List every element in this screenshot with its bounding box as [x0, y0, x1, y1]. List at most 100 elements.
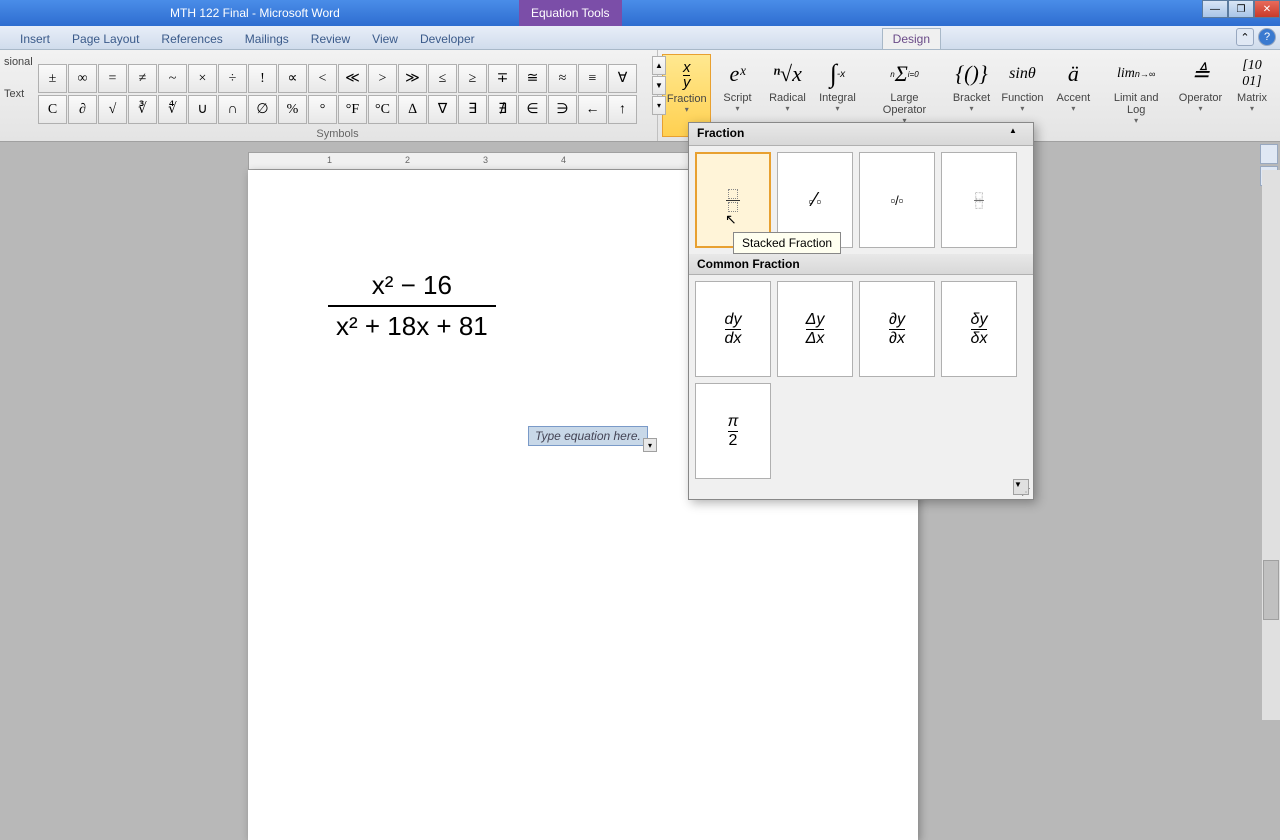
- symbol-button[interactable]: ∆: [398, 95, 427, 124]
- cursor-icon: ↖: [725, 211, 737, 228]
- function-icon: sinθ: [1004, 56, 1040, 92]
- symbol-button[interactable]: ±: [38, 64, 67, 93]
- dropdown-resize-handle[interactable]: ⋰: [1021, 487, 1033, 499]
- equation-display[interactable]: x² − 16 x² + 18x + 81: [328, 270, 496, 342]
- tab-page-layout[interactable]: Page Layout: [62, 29, 149, 49]
- symbol-button[interactable]: ∀: [608, 64, 637, 93]
- symbols-expand[interactable]: ▾: [652, 96, 666, 115]
- vertical-scrollbar[interactable]: [1262, 170, 1280, 720]
- symbol-button[interactable]: ≅: [518, 64, 547, 93]
- limit-log-button[interactable]: limn→∞ Limit and Log ▾: [1099, 54, 1173, 137]
- tab-developer[interactable]: Developer: [410, 29, 485, 49]
- close-button[interactable]: ✕: [1254, 0, 1280, 18]
- ribbon: sional Text ±∞=≠~×÷!∝<≪>≫≤≥∓≅≈≡∀ C∂√∛∜∪∩…: [0, 50, 1280, 142]
- dropdown-section-fraction: Fraction ▲: [689, 123, 1033, 146]
- symbol-row-1: ±∞=≠~×÷!∝<≪>≫≤≥∓≅≈≡∀: [38, 64, 637, 93]
- fraction-partial-y-x[interactable]: ∂y∂x: [859, 281, 935, 377]
- dropdown-scroll-up[interactable]: ▲: [1009, 126, 1025, 142]
- symbol-button[interactable]: ∜: [158, 95, 187, 124]
- accent-icon: ä: [1055, 56, 1091, 92]
- symbol-button[interactable]: ∞: [68, 64, 97, 93]
- symbols-scroll-down[interactable]: ▼: [652, 76, 666, 95]
- symbol-button[interactable]: C: [38, 95, 67, 124]
- tab-mailings[interactable]: Mailings: [235, 29, 299, 49]
- equation-denominator: x² + 18x + 81: [328, 307, 496, 342]
- symbols-group: sional Text ±∞=≠~×÷!∝<≪>≫≤≥∓≅≈≡∀ C∂√∛∜∪∩…: [0, 50, 637, 141]
- maximize-button[interactable]: ❐: [1228, 0, 1254, 18]
- symbol-button[interactable]: ∝: [278, 64, 307, 93]
- symbol-button[interactable]: ∂: [68, 95, 97, 124]
- tab-view[interactable]: View: [362, 29, 408, 49]
- symbol-button[interactable]: ∛: [128, 95, 157, 124]
- symbol-button[interactable]: ~: [158, 64, 187, 93]
- symbol-button[interactable]: °C: [368, 95, 397, 124]
- fraction-small-delta-y-x[interactable]: δyδx: [941, 281, 1017, 377]
- symbol-button[interactable]: ∇: [428, 95, 457, 124]
- titlebar: MTH 122 Final - Microsoft Word Equation …: [0, 0, 1280, 26]
- symbol-button[interactable]: !: [248, 64, 277, 93]
- document-area: 1 2 3 4 Name Date: x² − 16 x² + 18x + 81…: [0, 142, 1280, 720]
- symbol-button[interactable]: ∩: [218, 95, 247, 124]
- equation-placeholder[interactable]: Type equation here.: [528, 426, 648, 446]
- symbol-button[interactable]: %: [278, 95, 307, 124]
- ribbon-tabbar: Insert Page Layout References Mailings R…: [0, 26, 1280, 50]
- symbol-button[interactable]: ≤: [428, 64, 457, 93]
- tab-references[interactable]: References: [151, 29, 232, 49]
- symbol-button[interactable]: ×: [188, 64, 217, 93]
- symbol-button[interactable]: ∅: [248, 95, 277, 124]
- symbol-button[interactable]: ∃: [458, 95, 487, 124]
- symbol-button[interactable]: >: [368, 64, 397, 93]
- symbol-button[interactable]: √: [98, 95, 127, 124]
- symbol-button[interactable]: ≈: [548, 64, 577, 93]
- window-title: MTH 122 Final - Microsoft Word: [0, 6, 340, 20]
- fraction-small[interactable]: [941, 152, 1017, 248]
- fraction-linear[interactable]: ▫/▫: [859, 152, 935, 248]
- minimize-button[interactable]: —: [1202, 0, 1228, 18]
- sigma-icon: nΣi=0: [886, 56, 922, 92]
- symbol-button[interactable]: ≠: [128, 64, 157, 93]
- operator-icon: ≜: [1182, 56, 1218, 92]
- symbol-button[interactable]: <: [308, 64, 337, 93]
- matrix-button[interactable]: [1001] Matrix ▾: [1228, 54, 1276, 137]
- symbol-button[interactable]: °F: [338, 95, 367, 124]
- accent-button[interactable]: ä Accent ▾: [1049, 54, 1097, 137]
- symbol-row-2: C∂√∛∜∪∩∅%°°F°C∆∇∃∄∈∋←↑: [38, 95, 637, 124]
- symbol-button[interactable]: ∓: [488, 64, 517, 93]
- help-button[interactable]: ?: [1258, 28, 1276, 46]
- fraction-icon: xy: [669, 57, 705, 93]
- symbol-button[interactable]: ↑: [608, 95, 637, 124]
- symbol-button[interactable]: ←: [578, 95, 607, 124]
- symbol-button[interactable]: ≡: [578, 64, 607, 93]
- contextual-tab-equation-tools[interactable]: Equation Tools: [519, 0, 622, 26]
- matrix-icon: [1001]: [1234, 56, 1270, 92]
- tab-insert[interactable]: Insert: [10, 29, 60, 49]
- equation-numerator: x² − 16: [328, 270, 496, 307]
- symbol-button[interactable]: ÷: [218, 64, 247, 93]
- symbol-button[interactable]: ≫: [398, 64, 427, 93]
- fraction-delta-y-x[interactable]: ΔyΔx: [777, 281, 853, 377]
- fraction-dy-dx[interactable]: dydx: [695, 281, 771, 377]
- equation-options-button[interactable]: ▾: [643, 438, 657, 452]
- chevron-down-icon: ▾: [685, 105, 689, 114]
- symbol-button[interactable]: ≪: [338, 64, 367, 93]
- symbol-button[interactable]: ∋: [548, 95, 577, 124]
- symbol-button[interactable]: ≥: [458, 64, 487, 93]
- symbol-button[interactable]: ∪: [188, 95, 217, 124]
- symbol-button[interactable]: ∄: [488, 95, 517, 124]
- operator-button[interactable]: ≜ Operator ▾: [1175, 54, 1226, 137]
- symbols-group-label: Symbols: [38, 128, 637, 140]
- symbol-button[interactable]: =: [98, 64, 127, 93]
- tooltip: Stacked Fraction: [733, 232, 841, 254]
- scrollbar-thumb[interactable]: [1263, 560, 1279, 620]
- minimize-ribbon-button[interactable]: ⌃: [1236, 28, 1254, 46]
- script-icon: eˣ: [719, 56, 755, 92]
- symbol-button[interactable]: ∈: [518, 95, 547, 124]
- symbols-scroll-up[interactable]: ▲: [652, 56, 666, 75]
- side-panel-button-1[interactable]: [1260, 144, 1278, 164]
- fraction-stacked[interactable]: ↖ Stacked Fraction: [695, 152, 771, 248]
- fraction-pi-2[interactable]: π2: [695, 383, 771, 479]
- limit-icon: limn→∞: [1118, 56, 1154, 92]
- tab-design[interactable]: Design: [882, 28, 941, 49]
- tab-review[interactable]: Review: [301, 29, 360, 49]
- symbol-button[interactable]: °: [308, 95, 337, 124]
